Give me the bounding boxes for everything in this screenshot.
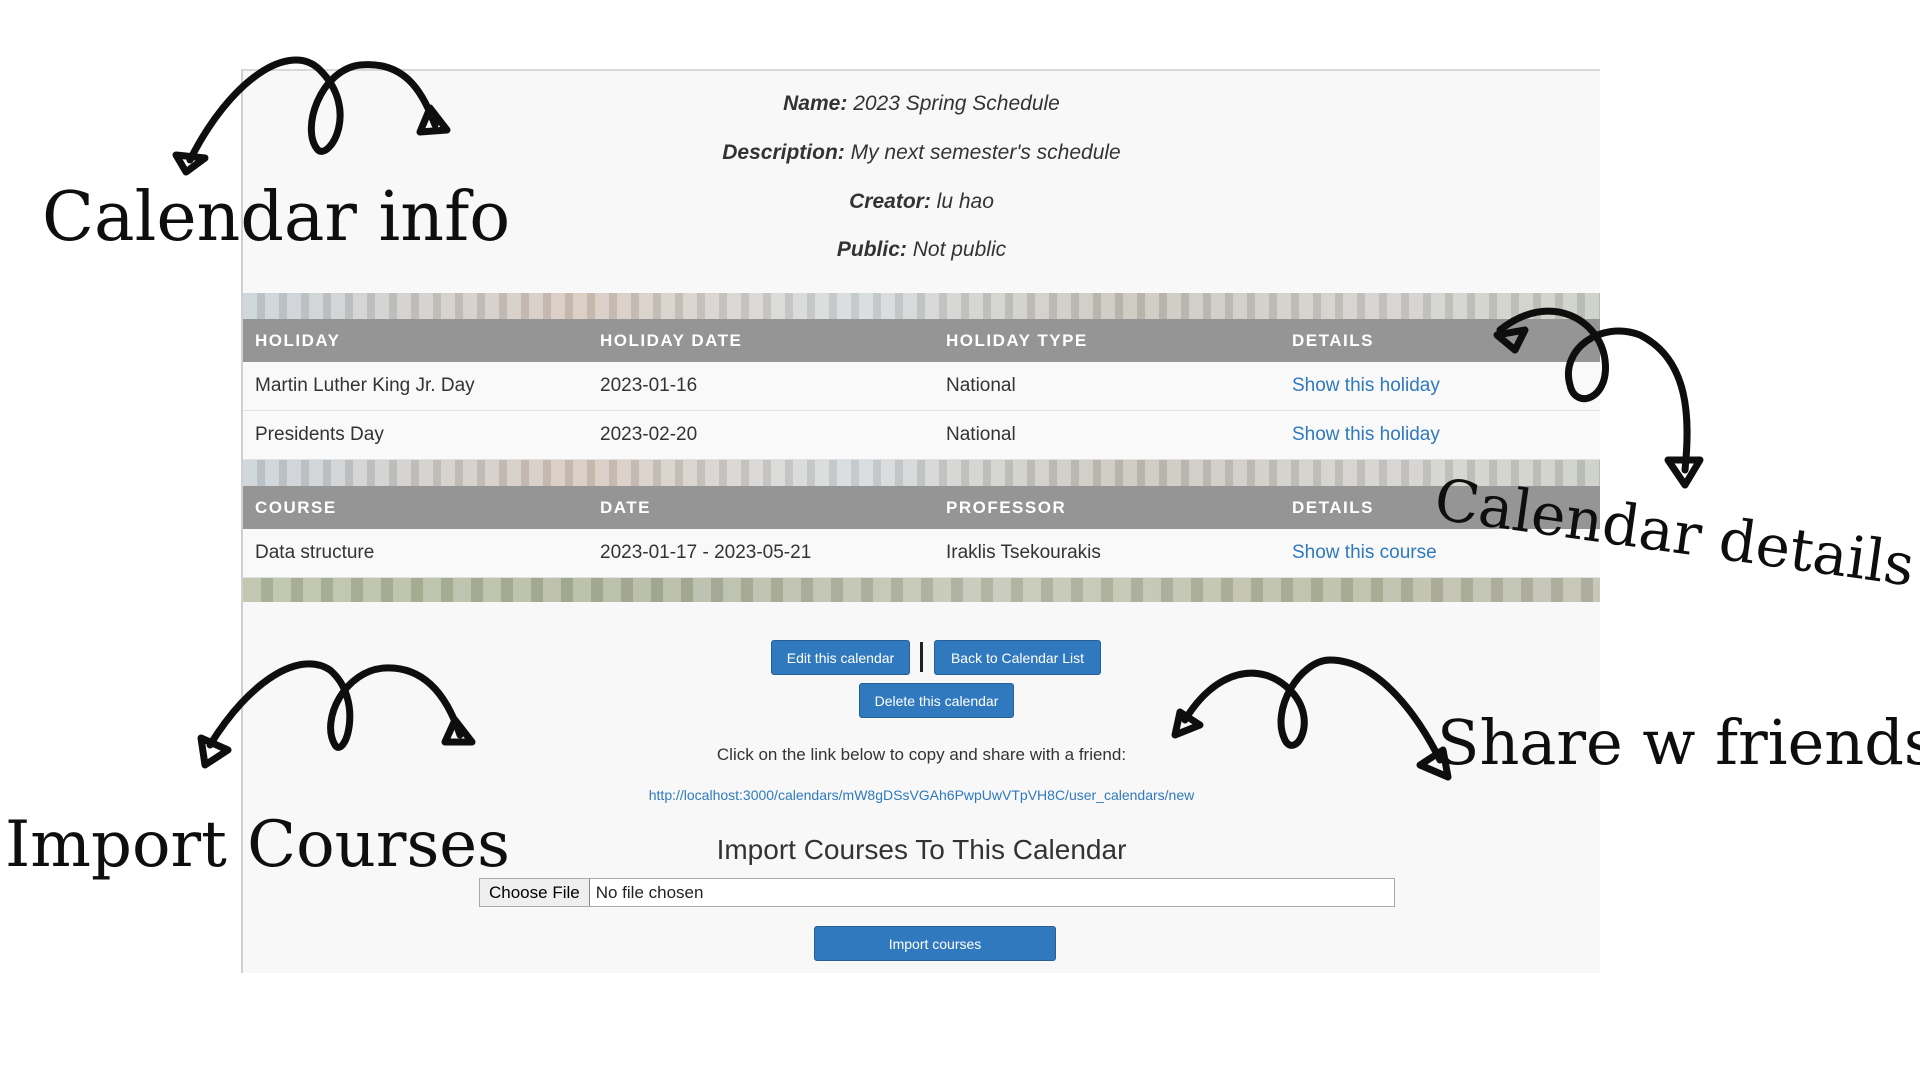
calendar-info-arrow	[186, 56, 439, 164]
calendar-details-arrow	[1496, 307, 1691, 474]
share-friends-arrow	[1181, 656, 1444, 764]
import-courses-arrow	[206, 660, 464, 751]
calendar-info-annotation: Calendar info	[42, 178, 511, 257]
share-friends-annotation: Share w friends	[1437, 706, 1920, 779]
import-courses-annotation: Import Courses	[5, 808, 510, 882]
